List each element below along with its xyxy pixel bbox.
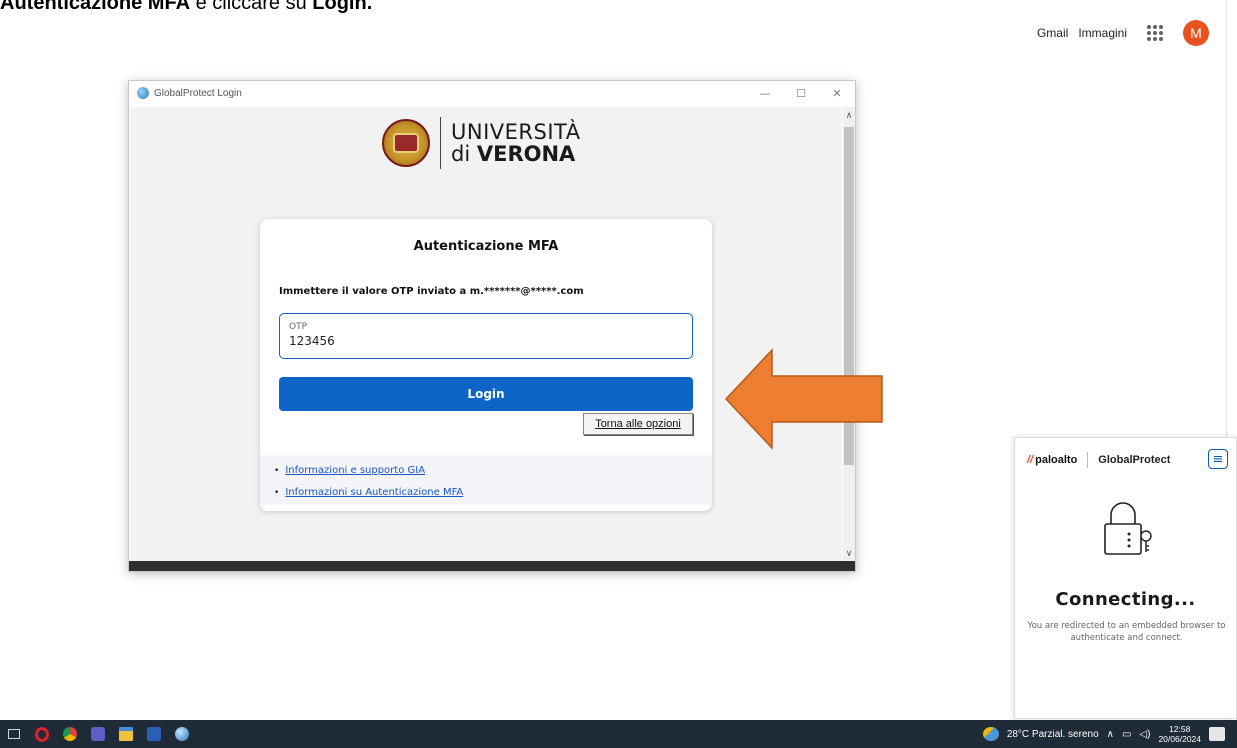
connection-status: Connecting... (1055, 589, 1196, 610)
close-button[interactable]: ✕ (819, 81, 855, 105)
logo-line-2-bold: VERONA (476, 142, 576, 166)
clock-time: 12:58 (1169, 724, 1191, 734)
volume-icon[interactable]: ◁) (1139, 729, 1150, 740)
mfa-title: Autenticazione MFA (413, 239, 559, 254)
system-tray: 28°C Parzial. sereno ∧ ▭ ◁) 12:58 20/06/… (982, 720, 1225, 748)
opera-icon[interactable] (28, 720, 56, 748)
file-explorer-icon[interactable] (112, 720, 140, 748)
word-icon[interactable] (140, 720, 168, 748)
notifications-icon[interactable] (1209, 727, 1225, 741)
scroll-down-chevron-icon[interactable]: ∨ (843, 547, 855, 561)
window-content: UNIVERSITÀ di VERONA Autenticazione MFA … (130, 107, 842, 563)
gia-support-link[interactable]: Informazioni e supporto GIA (285, 465, 425, 476)
clock-date: 20/06/2024 (1158, 734, 1201, 744)
weather-text[interactable]: 28°C Parzial. sereno (1007, 729, 1099, 740)
globalprotect-panel: //paloalto GlobalProtect ≡ Connecting...… (1014, 437, 1237, 719)
minimize-button[interactable]: — (747, 81, 783, 105)
clock[interactable]: 12:58 20/06/2024 (1158, 724, 1201, 744)
network-icon[interactable]: ▭ (1122, 729, 1131, 740)
avatar[interactable]: M (1183, 20, 1209, 46)
paloalto-brand: paloalto (1035, 454, 1078, 466)
logo-line-1: UNIVERSITÀ (451, 120, 581, 144)
windows-taskbar: 28°C Parzial. sereno ∧ ▭ ◁) 12:58 20/06/… (0, 720, 1237, 748)
login-button[interactable]: Login (279, 377, 693, 411)
images-link[interactable]: Immagini (1078, 26, 1127, 40)
product-name: GlobalProtect (1098, 454, 1171, 466)
tray-chevron-up-icon[interactable]: ∧ (1107, 729, 1114, 740)
globalprotect-taskbar-icon[interactable] (168, 720, 196, 748)
hamburger-menu-icon[interactable]: ≡ (1208, 449, 1228, 469)
caption-bold-login: Login. (312, 0, 373, 14)
list-item: Informazioni e supporto GIA (274, 460, 698, 482)
university-seal-icon (382, 119, 430, 167)
window-bottom-bar (129, 561, 855, 571)
task-view-icon[interactable] (0, 720, 28, 748)
mfa-card: Autenticazione MFA Immettere il valore O… (260, 219, 712, 511)
otp-value[interactable]: 123456 (289, 334, 683, 348)
chrome-icon[interactable] (56, 720, 84, 748)
otp-label: OTP (289, 322, 308, 332)
paloalto-logo: //paloalto (1027, 454, 1077, 466)
connection-description: You are redirected to an embedded browse… (1027, 621, 1226, 643)
globalprotect-login-window: GlobalProtect Login — ☐ ✕ UNIVERSITÀ di … (128, 80, 856, 572)
gmail-link[interactable]: Gmail (1037, 26, 1068, 40)
univr-logo: UNIVERSITÀ di VERONA (382, 117, 581, 169)
list-item: Informazioni su Autenticazione MFA (274, 482, 698, 504)
caption-text: e cliccare su (190, 0, 313, 14)
window-controls: — ☐ ✕ (747, 81, 855, 105)
logo-line-2-prefix: di (451, 142, 477, 166)
otp-instruction: Immettere il valore OTP inviato a m.****… (279, 286, 584, 297)
caption-bold-mfa: Autenticazione MFA (0, 0, 191, 14)
window-title: GlobalProtect Login (154, 87, 242, 99)
help-links: Informazioni e supporto GIA Informazioni… (260, 455, 712, 505)
apps-grid-icon[interactable] (1145, 23, 1165, 43)
otp-input[interactable]: OTP 123456 (279, 313, 693, 359)
orange-arrow-icon (724, 348, 883, 450)
paloalto-mark-icon: // (1027, 454, 1034, 466)
window-scrollbar[interactable]: ∧ ∨ (843, 107, 855, 563)
back-to-options-button[interactable]: Torna alle opzioni (583, 413, 693, 435)
teams-icon[interactable] (84, 720, 112, 748)
mfa-info-link[interactable]: Informazioni su Autenticazione MFA (285, 487, 463, 498)
google-bar: Gmail Immagini M (1037, 20, 1209, 46)
instruction-caption: Autenticazione MFA e cliccare su Login. (0, 0, 372, 15)
maximize-button[interactable]: ☐ (783, 81, 819, 105)
globalprotect-globe-icon (137, 87, 149, 99)
lock-key-icon (1104, 502, 1152, 555)
weather-icon[interactable] (982, 727, 999, 741)
avatar-letter: M (1190, 25, 1202, 41)
scroll-up-chevron-icon[interactable]: ∧ (843, 109, 855, 123)
